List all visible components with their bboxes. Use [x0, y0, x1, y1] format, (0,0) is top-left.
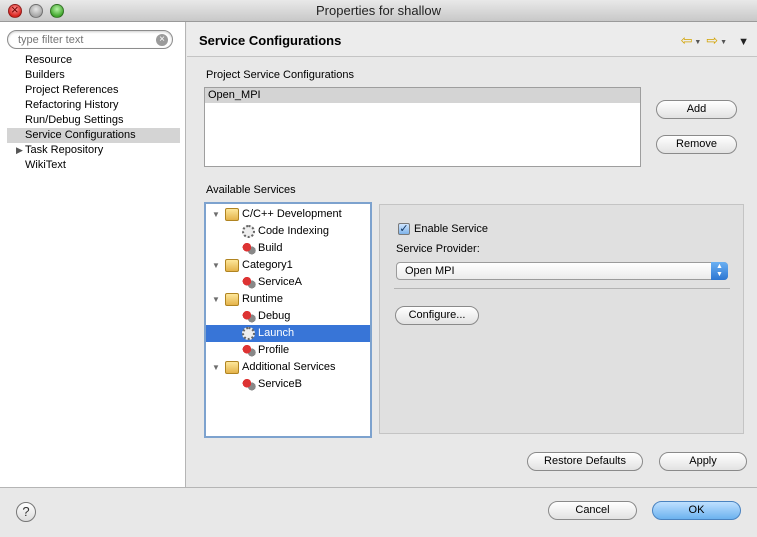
- add-button[interactable]: Add: [656, 100, 737, 119]
- tree-node-debug[interactable]: Debug: [206, 308, 370, 325]
- enable-service-checkbox[interactable]: ✓: [398, 223, 410, 235]
- remove-button[interactable]: Remove: [656, 135, 737, 154]
- available-services-label: Available Services: [206, 184, 296, 196]
- tree-node-label: Additional Services: [242, 361, 336, 373]
- folder-icon: [225, 259, 239, 272]
- gear-icon: [242, 327, 255, 340]
- service-icon: [242, 242, 256, 255]
- title-bar: Properties for shallow: [0, 0, 757, 22]
- tree-node-launch[interactable]: Launch: [206, 325, 370, 342]
- help-icon[interactable]: ?: [16, 502, 36, 522]
- tree-node-label: Build: [258, 242, 283, 254]
- sidebar-item-refactoring-history[interactable]: Refactoring History: [0, 98, 186, 113]
- service-provider-label: Service Provider:: [396, 243, 480, 255]
- folder-icon: [225, 361, 239, 374]
- clear-filter-icon[interactable]: ×: [156, 34, 168, 46]
- tree-node-profile[interactable]: Profile: [206, 342, 370, 359]
- page-header: Service Configurations ⇦ ▼ ⇨ ▼ ▼: [187, 22, 757, 57]
- forward-dropdown-icon[interactable]: ▼: [720, 39, 727, 46]
- tree-node-label: C/C++ Development: [242, 208, 342, 220]
- sidebar-item-builders[interactable]: Builders: [0, 68, 186, 83]
- back-dropdown-icon[interactable]: ▼: [694, 39, 701, 46]
- tree-node-category1[interactable]: ▼ Category1: [206, 257, 370, 274]
- divider: [394, 288, 730, 289]
- tree-node-cpp-development[interactable]: ▼ C/C++ Development: [206, 206, 370, 223]
- tree-node-additional-services[interactable]: ▼ Additional Services: [206, 359, 370, 376]
- tree-node-runtime[interactable]: ▼ Runtime: [206, 291, 370, 308]
- window-title: Properties for shallow: [316, 3, 441, 18]
- tree-node-serviceb[interactable]: ServiceB: [206, 376, 370, 393]
- service-icon: [242, 276, 256, 289]
- back-arrow-icon[interactable]: ⇦: [681, 32, 693, 49]
- collapse-arrow-icon[interactable]: ▼: [212, 257, 220, 274]
- service-provider-select[interactable]: Open MPI ▲ ▼: [396, 262, 728, 280]
- service-icon: [242, 378, 256, 391]
- sidebar-item-wikitext[interactable]: WikiText: [0, 158, 186, 173]
- expand-arrow-icon[interactable]: ▶: [16, 143, 23, 158]
- service-icon: [242, 344, 256, 357]
- select-arrows-icon: ▲ ▼: [711, 262, 728, 280]
- tree-node-label: ServiceB: [258, 378, 303, 390]
- history-nav: ⇦ ▼ ⇨ ▼ ▼: [679, 32, 749, 48]
- tree-node-build[interactable]: Build: [206, 240, 370, 257]
- tree-node-label: Runtime: [242, 293, 283, 305]
- folder-icon: [225, 208, 239, 221]
- sidebar-item-service-configurations[interactable]: Service Configurations: [7, 128, 180, 143]
- tree-node-label: Code Indexing: [258, 225, 329, 237]
- view-menu-icon[interactable]: ▼: [738, 36, 749, 48]
- collapse-arrow-icon[interactable]: ▼: [212, 206, 220, 223]
- filter-field[interactable]: ×: [7, 30, 173, 49]
- list-item[interactable]: Open_MPI: [205, 88, 640, 103]
- tree-node-label: Profile: [258, 344, 290, 356]
- cancel-button[interactable]: Cancel: [548, 501, 637, 520]
- restore-defaults-button[interactable]: Restore Defaults: [527, 452, 643, 471]
- service-icon: [242, 310, 256, 323]
- sidebar: × Resource Builders Project References R…: [0, 22, 186, 487]
- tree-node-label: Debug: [258, 310, 291, 322]
- tree-node-label: Category1: [242, 259, 293, 271]
- sidebar-item-label: Task Repository: [25, 144, 104, 156]
- service-detail-panel: ✓ Enable Service Service Provider: Open …: [379, 204, 744, 434]
- tree-node-code-indexing[interactable]: Code Indexing: [206, 223, 370, 240]
- page-title: Service Configurations: [199, 33, 342, 48]
- sidebar-item-run-debug-settings[interactable]: Run/Debug Settings: [0, 113, 186, 128]
- collapse-arrow-icon[interactable]: ▼: [212, 359, 220, 376]
- folder-icon: [225, 293, 239, 306]
- apply-button[interactable]: Apply: [659, 452, 747, 471]
- dialog-footer: ? Cancel OK: [0, 487, 757, 537]
- gear-icon: [242, 225, 255, 238]
- forward-arrow-icon[interactable]: ⇨: [706, 32, 718, 49]
- filter-input[interactable]: [18, 33, 158, 47]
- sidebar-nav: Resource Builders Project References Ref…: [0, 53, 186, 173]
- project-configs-label: Project Service Configurations: [206, 69, 354, 81]
- sidebar-item-project-references[interactable]: Project References: [0, 83, 186, 98]
- main-panel: Service Configurations ⇦ ▼ ⇨ ▼ ▼ Project S…: [187, 22, 757, 487]
- collapse-arrow-icon[interactable]: ▼: [212, 291, 220, 308]
- tree-node-label: Launch: [258, 327, 295, 339]
- service-provider-value: Open MPI: [405, 265, 455, 277]
- ok-button[interactable]: OK: [652, 501, 741, 520]
- configure-button[interactable]: Configure...: [395, 306, 479, 325]
- tree-node-servicea[interactable]: ServiceA: [206, 274, 370, 291]
- project-configs-list[interactable]: Open_MPI: [204, 87, 641, 167]
- services-tree[interactable]: ▼ C/C++ Development Code Indexing Build …: [204, 202, 372, 438]
- tree-node-label: ServiceA: [258, 276, 303, 288]
- sidebar-item-resource[interactable]: Resource: [0, 53, 186, 68]
- sidebar-item-task-repository[interactable]: ▶ Task Repository: [0, 143, 186, 158]
- enable-service-label[interactable]: Enable Service: [414, 223, 488, 235]
